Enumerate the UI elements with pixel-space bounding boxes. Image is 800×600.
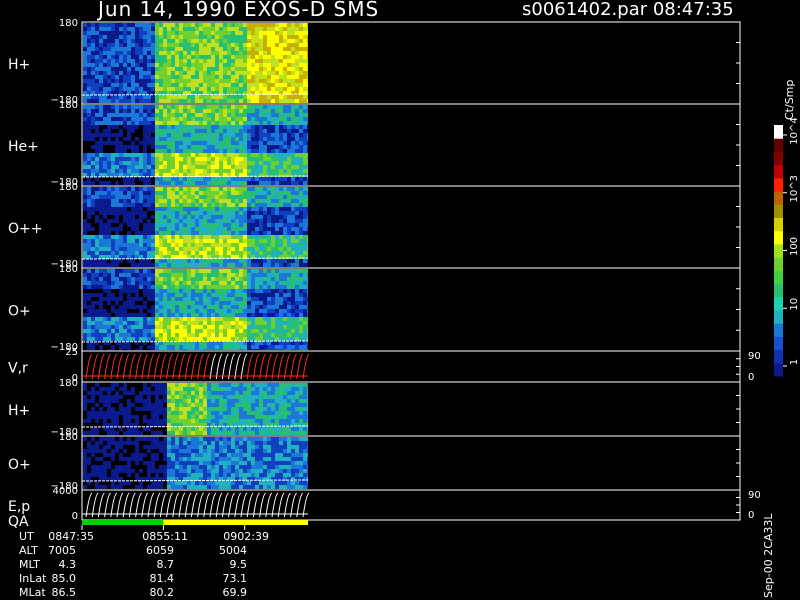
right-tick-top-ep: 90 <box>748 490 761 501</box>
panel-label-he-plus: He+ <box>8 139 39 155</box>
mlat-value-2: 80.2 <box>149 586 175 599</box>
ut-value-3: 0902:39 <box>223 530 269 543</box>
panel-label-ep: E,p <box>8 499 30 515</box>
panel-data-o-pp <box>81 187 309 267</box>
panel-vr: V,r250900 <box>8 347 761 384</box>
orbit-info-table: UT ALT MLT InLat MLat 0847:35 0855:11 09… <box>0 530 330 600</box>
panel-data-h-plus <box>81 23 309 103</box>
panel-h-plus-2: H+180−180 <box>8 378 741 438</box>
panel-o-pp: O++180−180 <box>8 182 741 270</box>
right-tick-bottom-vr: 0 <box>748 372 754 383</box>
left-tick-top-o-plus-2: 180 <box>59 432 78 443</box>
left-tick-top-o-pp: 180 <box>59 182 78 193</box>
colorbar-tick-1000: 10^3 <box>789 175 800 202</box>
right-tick-bottom-ep: 0 <box>748 510 754 521</box>
right-tick-top-vr: 90 <box>748 351 761 362</box>
left-tick-top-he-plus: 180 <box>59 100 78 111</box>
colorbar-unit-label: Ct/Smp <box>783 80 796 120</box>
panel-h-plus: H+180−180 <box>8 18 741 106</box>
processing-stamp-text: Sep-00 2CA33L <box>762 513 775 598</box>
mlt-value-3: 9.5 <box>229 558 248 571</box>
spectrogram-figure: H+180−180He+180−180O++180−180O+180−180V,… <box>8 18 800 530</box>
colorbar: 11010010^310^4 <box>774 117 800 377</box>
file-stamp: s0061402.par 08:47:35 <box>522 0 734 20</box>
panel-data-he-plus <box>81 105 309 185</box>
processing-stamp: Sep-00 2CA33L <box>762 513 775 598</box>
inlat-value-2: 81.4 <box>149 572 175 585</box>
panel-label-h-plus: H+ <box>8 57 30 73</box>
mlt-value-2: 8.7 <box>156 558 175 571</box>
ut-label: UT <box>19 530 34 543</box>
panel-o-plus: O+180−180 <box>8 264 741 353</box>
panel-data-o-plus <box>81 269 309 350</box>
mlat-value-3: 69.9 <box>222 586 248 599</box>
left-tick-top-h-plus: 180 <box>59 18 78 29</box>
panel-label-o-plus-2: O+ <box>8 457 31 473</box>
left-tick-top-vr: 25 <box>65 347 78 358</box>
colorbar-unit-text: Ct/Smp <box>783 80 796 120</box>
panel-label-o-plus: O+ <box>8 304 31 320</box>
panel-data-vr <box>82 352 310 381</box>
alt-value-3: 5004 <box>219 544 247 557</box>
colorbar-tick-10: 10 <box>789 298 800 311</box>
panel-data-ep <box>82 491 310 519</box>
qa-segment-1 <box>82 520 164 525</box>
left-tick-bottom-ep: 0 <box>72 511 78 522</box>
panel-ep: E,p 4000 0 90 0 <box>8 486 761 522</box>
panel-label-vr: V,r <box>8 361 28 377</box>
left-tick-top-o-plus: 180 <box>59 264 78 275</box>
panel-label-h-plus-2: H+ <box>8 403 30 419</box>
colorbar-tick-100: 100 <box>789 237 800 256</box>
alt-value-1: 7005 <box>48 544 76 557</box>
panel-he-plus: He+180−180 <box>8 100 741 188</box>
mlt-value-1: 4.3 <box>58 558 77 571</box>
inlat-value-3: 73.1 <box>222 572 248 585</box>
left-tick-top-ep: 4000 <box>53 486 78 497</box>
plot-title: Jun 14, 1990 EXOS-D SMS <box>98 0 380 21</box>
mlat-value-1: 86.5 <box>51 586 77 599</box>
ut-value-1: 0847:35 <box>48 530 94 543</box>
left-tick-top-h-plus-2: 180 <box>59 378 78 389</box>
alt-value-2: 6059 <box>146 544 174 557</box>
qa-label: QA <box>8 514 29 530</box>
ut-value-2: 0855:11 <box>142 530 188 543</box>
colorbar-tick-1: 1 <box>789 359 800 365</box>
inlat-value-1: 85.0 <box>51 572 77 585</box>
panel-o-plus-2: O+180−180 <box>8 432 741 492</box>
panel-label-o-pp: O++ <box>8 221 42 237</box>
qa-segment-2 <box>163 520 308 525</box>
